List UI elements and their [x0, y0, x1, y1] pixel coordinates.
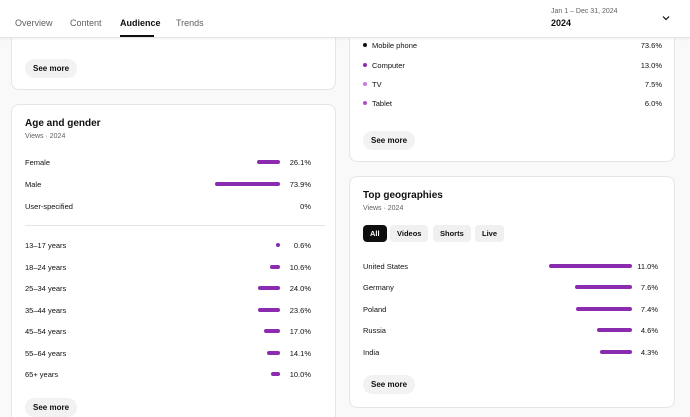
card-title: Top geographies	[363, 190, 443, 201]
see-more-button[interactable]: See more	[25, 59, 78, 78]
date-range[interactable]: Jan 1 – Dec 31, 2024	[551, 8, 618, 15]
gender-label: Female	[25, 158, 51, 167]
top-header: Overview Content Audience Trends Jan 1 –…	[0, 0, 690, 38]
see-more-button[interactable]: See more	[363, 131, 416, 150]
chevron-down-icon[interactable]	[661, 13, 671, 23]
age-gender-card: Age and gender Views · 2024 See more Fem…	[11, 104, 336, 417]
device-label: Computer	[372, 61, 405, 70]
top-geographies-card: Top geographies Views · 2024 See more Al…	[349, 176, 675, 408]
age-value: 24.0%	[289, 284, 311, 293]
age-label: 45–54 years	[25, 327, 67, 336]
filter-chip-shorts[interactable]: Shorts	[433, 225, 471, 242]
see-more-button[interactable]: See more	[363, 375, 416, 394]
gender-value: 73.9%	[289, 180, 311, 189]
device-type-card: See more Mobile phone 73.6% Computer 13.0% T…	[349, 20, 675, 162]
device-color-dot	[363, 101, 367, 105]
device-value: 73.6%	[640, 41, 662, 50]
geography-value: 11.0%	[637, 262, 658, 271]
tab-audience[interactable]: Audience	[120, 18, 161, 28]
device-label: Tablet	[372, 99, 393, 108]
geography-label: India	[363, 348, 380, 357]
tab-overview[interactable]: Overview	[15, 18, 53, 28]
tab-content[interactable]: Content	[70, 18, 102, 28]
geography-label: Poland	[363, 305, 387, 314]
geography-label: United States	[363, 262, 409, 271]
geography-label: Russia	[363, 326, 386, 335]
card-subtitle: Views · 2024	[363, 205, 404, 212]
device-value: 7.5%	[644, 80, 662, 89]
age-value: 10.6%	[289, 263, 311, 272]
device-label: Mobile phone	[372, 41, 418, 50]
period-label[interactable]: 2024	[551, 18, 571, 28]
tab-trends[interactable]: Trends	[176, 18, 204, 28]
card-title: Age and gender	[25, 118, 101, 129]
device-color-dot	[363, 43, 367, 47]
device-color-dot	[363, 82, 367, 86]
age-label: 25–34 years	[25, 284, 67, 293]
gender-label: User-specified	[25, 202, 73, 211]
device-value: 6.0%	[644, 99, 662, 108]
active-tab-indicator	[120, 35, 154, 37]
geography-label: Germany	[363, 283, 394, 292]
filter-chip-all[interactable]: All	[363, 225, 387, 242]
see-more-button[interactable]: See more	[25, 398, 78, 417]
age-value: 17.0%	[289, 327, 311, 336]
age-label: 65+ years	[25, 370, 59, 379]
age-value: 0.6%	[293, 241, 311, 250]
age-label: 18–24 years	[25, 263, 67, 272]
gender-label: Male	[25, 180, 42, 189]
geography-value: 7.4%	[640, 305, 658, 314]
age-value: 23.6%	[289, 306, 311, 315]
age-label: 13–17 years	[25, 241, 67, 250]
device-label: TV	[372, 80, 382, 89]
filter-chip-videos[interactable]: Videos	[390, 225, 429, 242]
age-label: 35–44 years	[25, 306, 67, 315]
device-value: 13.0%	[640, 61, 662, 70]
gender-value: 26.1%	[289, 158, 311, 167]
geography-value: 4.3%	[640, 348, 658, 357]
card-subtitle: Views · 2024	[25, 133, 66, 140]
divider	[25, 225, 325, 226]
geography-value: 4.6%	[640, 326, 658, 335]
device-color-dot	[363, 63, 367, 67]
geography-value: 7.6%	[640, 283, 658, 292]
age-value: 10.0%	[289, 370, 311, 379]
age-label: 55–64 years	[25, 349, 67, 358]
gender-value: 0%	[300, 202, 311, 211]
filter-chip-live[interactable]: Live	[475, 225, 505, 242]
age-value: 14.1%	[289, 349, 311, 358]
